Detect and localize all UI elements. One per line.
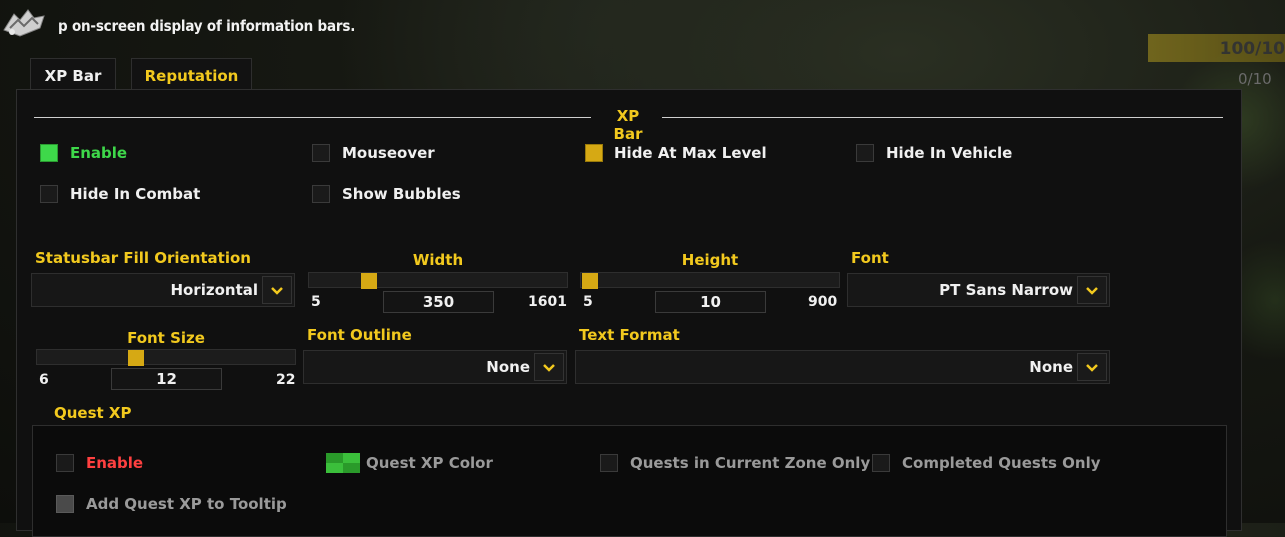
hud-sub-value: 0/10 [1238, 70, 1272, 88]
font-outline-value: None [486, 358, 530, 376]
tab-reputation[interactable]: Reputation [131, 58, 252, 91]
height-slider-thumb[interactable] [582, 273, 598, 289]
quest-enable-checkbox[interactable] [56, 454, 74, 472]
section-divider-left [34, 117, 591, 118]
width-slider-track[interactable] [308, 272, 568, 289]
hide-vehicle-label: Hide In Vehicle [886, 144, 1013, 162]
width-slider-thumb[interactable] [361, 273, 377, 289]
text-format-title: Text Format [579, 326, 680, 344]
show-bubbles-checkbox[interactable] [312, 185, 330, 203]
font-value: PT Sans Narrow [939, 281, 1073, 299]
tab-xp-bar[interactable]: XP Bar [30, 58, 116, 91]
enable-checkbox[interactable] [40, 144, 58, 162]
font-size-min: 6 [39, 372, 49, 388]
mouseover-label: Mouseover [342, 144, 435, 162]
text-format-dropdown[interactable]: None [575, 350, 1110, 384]
section-divider-right [662, 117, 1223, 118]
mouseover-checkbox[interactable] [312, 144, 330, 162]
height-value-input[interactable]: 10 [655, 291, 766, 313]
height-max: 900 [808, 294, 838, 310]
chevron-down-icon[interactable] [534, 353, 564, 381]
quest-tooltip-checkbox[interactable] [56, 495, 74, 513]
font-size-max: 22 [276, 372, 296, 388]
font-dropdown[interactable]: PT Sans Narrow [847, 273, 1110, 307]
hide-max-level-label: Hide At Max Level [614, 144, 767, 162]
width-value-input[interactable]: 350 [383, 291, 494, 313]
chevron-down-icon[interactable] [1077, 353, 1107, 381]
font-size-slider-track[interactable] [36, 349, 296, 366]
width-max: 1601 [528, 294, 567, 310]
section-title: XP Bar [613, 107, 643, 143]
show-bubbles-label: Show Bubbles [342, 185, 461, 203]
quest-completed-label: Completed Quests Only [902, 454, 1101, 472]
quest-tooltip-label: Add Quest XP to Tooltip [86, 495, 287, 513]
height-min: 5 [583, 294, 593, 310]
height-title: Height [681, 251, 739, 269]
width-title: Width [412, 251, 464, 269]
orientation-value: Horizontal [170, 281, 258, 299]
text-format-value: None [1029, 358, 1073, 376]
chevron-down-icon[interactable] [1077, 276, 1107, 304]
font-outline-dropdown[interactable]: None [303, 350, 567, 384]
font-outline-title: Font Outline [307, 326, 412, 344]
hide-vehicle-checkbox[interactable] [856, 144, 874, 162]
width-min: 5 [311, 294, 321, 310]
orientation-title: Statusbar Fill Orientation [35, 249, 251, 267]
hud-xp-bar: 100/10 [1148, 34, 1285, 62]
enable-label: Enable [70, 144, 128, 162]
font-size-value-input[interactable]: 12 [111, 368, 222, 390]
quest-xp-color-label: Quest XP Color [366, 454, 493, 472]
quest-current-zone-checkbox[interactable] [600, 454, 618, 472]
font-size-title: Font Size [127, 329, 205, 347]
hide-combat-label: Hide In Combat [70, 185, 201, 203]
quest-completed-checkbox[interactable] [872, 454, 890, 472]
quest-xp-panel [32, 425, 1227, 537]
quest-xp-color-swatch[interactable] [326, 453, 360, 473]
chevron-down-icon[interactable] [262, 276, 292, 304]
font-title: Font [851, 249, 889, 267]
orientation-dropdown[interactable]: Horizontal [31, 273, 295, 307]
quest-enable-label: Enable [86, 454, 144, 472]
quest-current-zone-label: Quests in Current Zone Only [630, 454, 871, 472]
header-description: p on-screen display of information bars. [58, 17, 356, 35]
height-slider-track[interactable] [580, 272, 840, 289]
font-size-slider-thumb[interactable] [128, 350, 144, 366]
hide-combat-checkbox[interactable] [40, 185, 58, 203]
quest-xp-title: Quest XP [54, 404, 132, 422]
hide-max-level-checkbox[interactable] [585, 144, 603, 162]
addon-logo-icon [0, 6, 52, 40]
